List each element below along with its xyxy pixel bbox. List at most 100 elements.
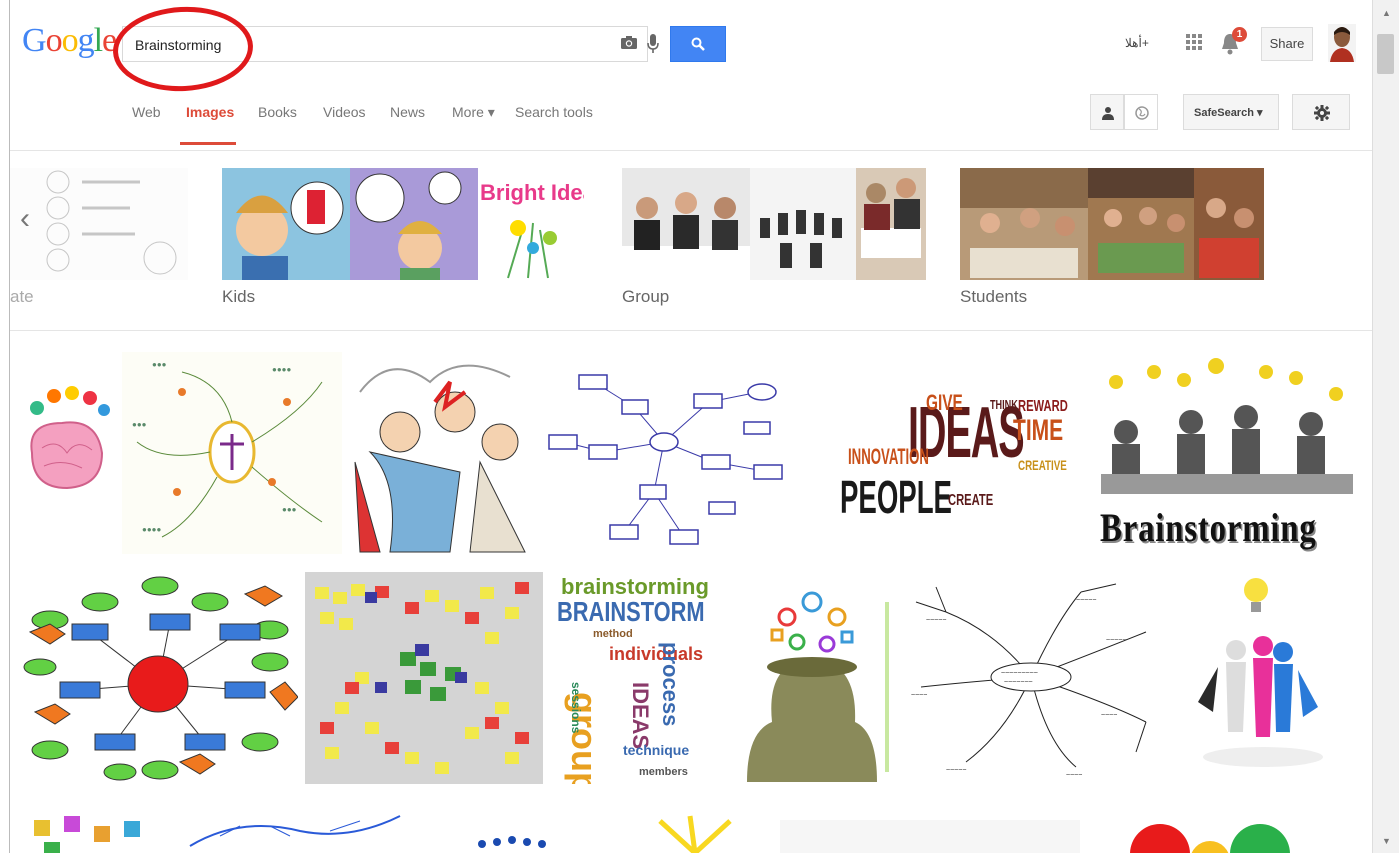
- search-icon: [691, 37, 705, 51]
- settings-button[interactable]: [1292, 94, 1350, 130]
- students-thumb-3[interactable]: [1194, 168, 1264, 280]
- result-puzzle-partial[interactable]: [24, 806, 164, 853]
- result-yellow-burst-partial[interactable]: [620, 806, 770, 853]
- safesearch-dropdown[interactable]: SafeSearch ▾: [1183, 94, 1279, 130]
- result-ideas-word-cloud[interactable]: IDEAS PEOPLE INNOVATION TIME GIVE CREATE…: [808, 352, 1088, 554]
- word-members: members: [639, 766, 688, 778]
- safesearch-label: SafeSearch ▾: [1194, 107, 1263, 119]
- result-blue-sketch-partial[interactable]: [180, 806, 410, 853]
- result-sticky-notes[interactable]: [305, 572, 543, 784]
- user-avatar[interactable]: [1328, 24, 1356, 62]
- tab-more[interactable]: More ▾: [452, 104, 495, 121]
- tab-videos[interactable]: Videos: [323, 104, 366, 120]
- group-thumb-1[interactable]: [622, 168, 750, 280]
- svg-text:~~~~: ~~~~: [1066, 772, 1082, 779]
- svg-text:~~~~~: ~~~~~: [1106, 637, 1126, 644]
- sticky-notes-wall-image: [305, 572, 543, 784]
- word-creative: CREATIVE: [1018, 457, 1067, 473]
- result-brain-icons[interactable]: [22, 368, 112, 510]
- word-process: process: [658, 642, 683, 727]
- kids-thumb-3[interactable]: Bright Idea: [478, 168, 584, 280]
- result-blue-figures-partial[interactable]: [422, 806, 612, 853]
- personal-results-button[interactable]: [1090, 94, 1124, 130]
- word-give: GIVE: [926, 390, 963, 415]
- result-3d-figures-bulb[interactable]: [1168, 572, 1358, 784]
- svg-text:~~~~: ~~~~: [1101, 712, 1117, 719]
- result-head-ideas[interactable]: [727, 572, 895, 784]
- vertical-scrollbar[interactable]: ▲ ▼: [1372, 0, 1399, 853]
- scroll-up-arrow-icon[interactable]: ▲: [1382, 8, 1391, 18]
- colorful-balls-image: [1130, 824, 1290, 853]
- tab-news[interactable]: News: [390, 104, 425, 120]
- tab-search-tools[interactable]: Search tools: [515, 104, 593, 120]
- students-thumb-1[interactable]: [960, 168, 1088, 280]
- result-cartoon-argument[interactable]: [350, 352, 534, 554]
- tab-images[interactable]: Images: [186, 104, 234, 120]
- kids-thumb-2[interactable]: [350, 168, 478, 280]
- related-label-students[interactable]: Students: [960, 287, 1027, 307]
- students-thumb-2[interactable]: [1088, 168, 1194, 280]
- cartoon-kid-image: [222, 168, 350, 280]
- result-brainstorming-banner[interactable]: Brainstorming: [1096, 352, 1358, 554]
- camera-icon[interactable]: [621, 36, 637, 49]
- colorful-bubble-mindmap-image: [23, 576, 298, 781]
- result-bubble-mindmap[interactable]: [20, 572, 298, 784]
- result-concept-map[interactable]: [544, 352, 800, 554]
- circle-of-chairs-image: [750, 168, 856, 280]
- tab-books[interactable]: Books: [258, 104, 297, 120]
- word-reward: REWARD: [1018, 398, 1068, 415]
- brain-bulbs-image: [30, 386, 110, 490]
- students-working-image: [960, 168, 1088, 280]
- related-label-kids[interactable]: Kids: [222, 287, 255, 307]
- logo-letter: o: [61, 22, 79, 59]
- global-results-button[interactable]: [1124, 94, 1158, 130]
- yellow-burst-image: [658, 815, 732, 853]
- active-tab-indicator: [180, 142, 236, 145]
- browser-frame: Google أهلا+ 1 Share Web Image: [0, 0, 1399, 853]
- group-thumb-2[interactable]: [750, 168, 856, 280]
- gear-icon: [1314, 105, 1330, 121]
- logo-letter: g: [77, 22, 95, 59]
- blue-figures-image: [478, 836, 546, 848]
- kids-thumb-1[interactable]: [222, 168, 350, 280]
- search-button[interactable]: [670, 26, 726, 62]
- hand-drawn-mindmap-image: ●●●●●●●●●●●●●●●●●: [132, 360, 323, 538]
- people-at-table-image: [856, 168, 926, 280]
- blue-handwritten-sketch-image: [189, 815, 401, 847]
- related-thumb-partial[interactable]: [10, 168, 188, 280]
- scroll-down-arrow-icon[interactable]: ▼: [1382, 836, 1391, 846]
- bright-idea-image: Bright Idea: [480, 180, 584, 279]
- word-people: PEOPLE: [840, 471, 952, 523]
- word-create: CREATE: [948, 492, 994, 509]
- share-button[interactable]: Share: [1261, 27, 1313, 61]
- svg-text:~~~~~: ~~~~~: [926, 617, 946, 624]
- related-label-group[interactable]: Group: [622, 287, 669, 307]
- group-thumb-3[interactable]: [856, 168, 926, 280]
- word-ideas-small: IDEAS: [628, 682, 653, 750]
- list-diagram-image: [46, 170, 177, 275]
- tab-web[interactable]: Web: [132, 104, 161, 120]
- svg-text:~~~~~: ~~~~~: [1076, 597, 1096, 604]
- window-left-border: [0, 0, 10, 853]
- result-document-partial[interactable]: [780, 820, 1080, 853]
- language-link[interactable]: أهلا+: [1125, 36, 1149, 50]
- word-sessions: sessions: [569, 682, 583, 734]
- logo-letter: l: [93, 22, 104, 59]
- carousel-previous-chevron[interactable]: ‹: [20, 202, 30, 236]
- microphone-icon[interactable]: [647, 34, 659, 54]
- related-label-partial[interactable]: ate: [10, 287, 34, 307]
- svg-text:●●●: ●●●: [282, 505, 297, 514]
- scroll-thumb[interactable]: [1377, 34, 1394, 74]
- result-handwritten-mindmap[interactable]: ~~~~~~~~~ ~~~~~~~ ~~~~~ ~~~~~ ~~~~~ ~~~~ ~~~~ ~…: [906, 572, 1156, 784]
- result-sketch-mindmap[interactable]: ●●● ●●●● ●●● ●●● ●●●●: [122, 352, 342, 554]
- result-balloons-partial[interactable]: [1120, 806, 1360, 853]
- bright-idea-text: Bright Idea: [480, 180, 584, 205]
- google-logo[interactable]: Google: [22, 22, 117, 60]
- people-with-lightbulbs-image: [1101, 358, 1353, 494]
- related-searches-row: ‹ ate Bright Idea Kids Group Students: [10, 150, 1372, 331]
- result-brainstorm-word-cloud[interactable]: brainstorming BRAINSTORM method individu…: [553, 572, 717, 784]
- apps-grid-icon[interactable]: [1186, 34, 1202, 50]
- concept-map-diagram-image: [548, 374, 783, 545]
- puzzle-pieces-image: [34, 816, 140, 853]
- notification-count-badge[interactable]: 1: [1232, 27, 1247, 42]
